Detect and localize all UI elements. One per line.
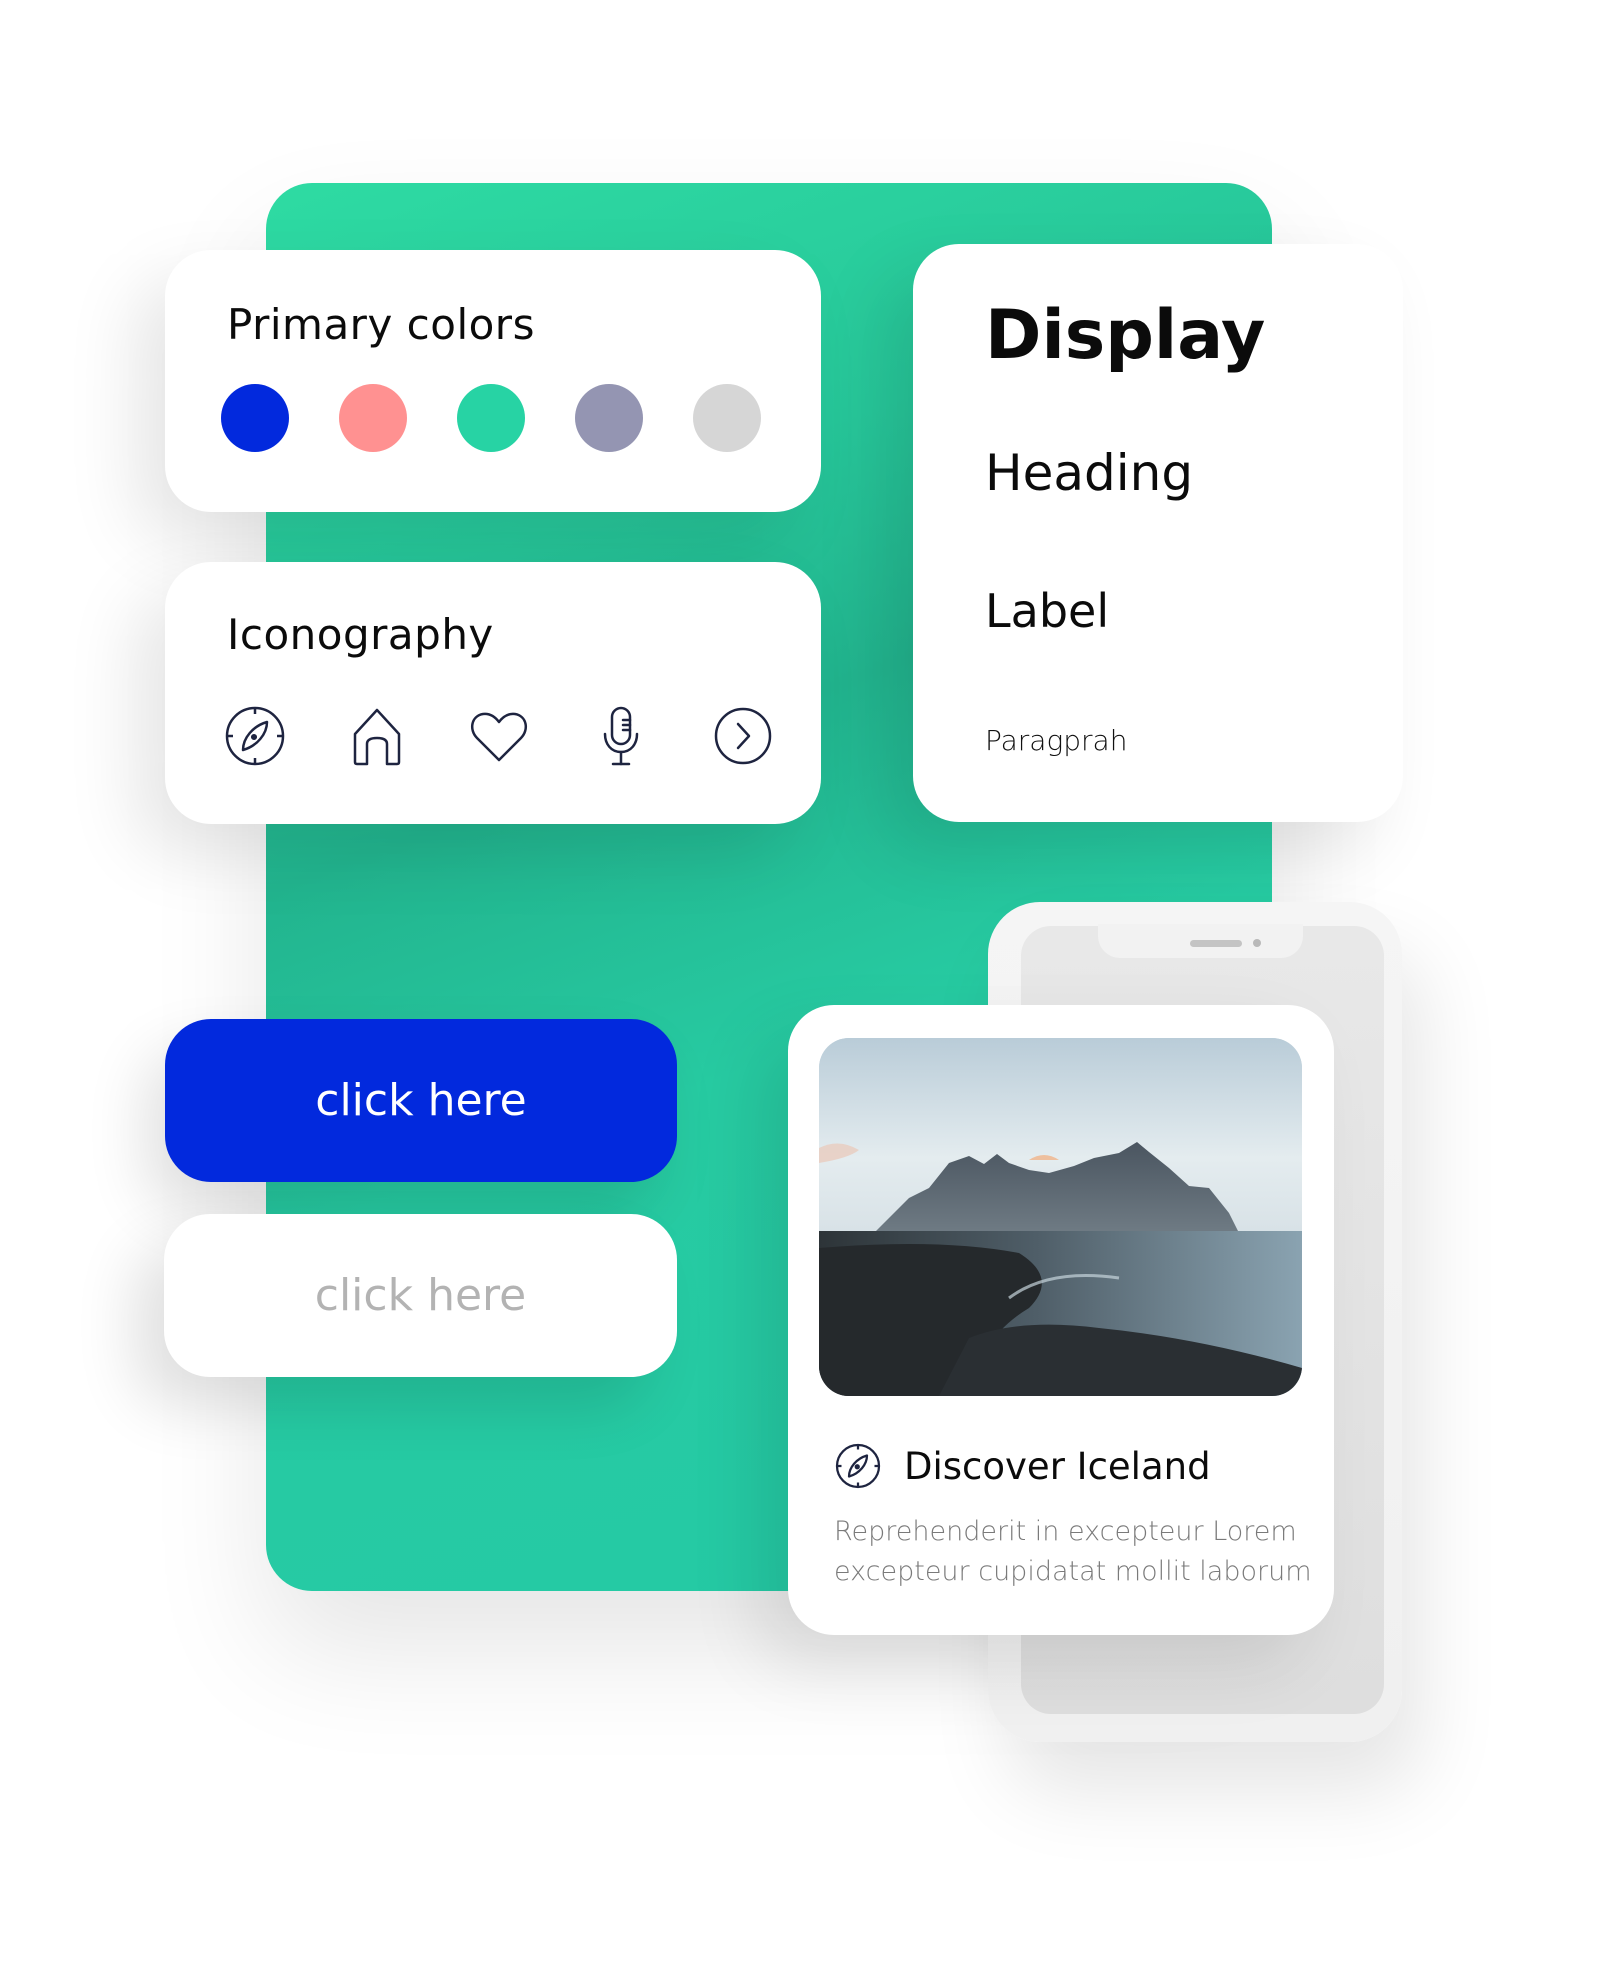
primary-colors-card: Primary colors (165, 250, 821, 512)
color-swatch-row (221, 384, 761, 452)
secondary-button[interactable]: click here (164, 1214, 677, 1377)
phone-speaker (1190, 940, 1242, 947)
iceland-card-description: Reprehenderit in excepteur Lorem excepte… (834, 1516, 1312, 1587)
compass-icon (834, 1442, 882, 1490)
home-icon[interactable] (345, 704, 409, 768)
primary-colors-title: Primary colors (227, 300, 535, 349)
compass-icon[interactable] (223, 704, 287, 768)
typography-card: Display Heading Label Paragprah (913, 244, 1403, 822)
color-swatch-green[interactable] (457, 384, 525, 452)
phone-notch (1098, 924, 1303, 958)
color-swatch-lavender[interactable] (575, 384, 643, 452)
chevron-right-circle-icon[interactable] (711, 704, 775, 768)
typography-label-sample: Label (985, 584, 1110, 638)
iconography-title: Iconography (227, 610, 494, 659)
primary-button[interactable]: click here (165, 1019, 677, 1182)
phone-camera (1253, 939, 1261, 947)
color-swatch-salmon[interactable] (339, 384, 407, 452)
iconography-card: Iconography (165, 562, 821, 824)
iceland-card-title-row: Discover Iceland (834, 1442, 1211, 1490)
color-swatch-light-gray[interactable] (693, 384, 761, 452)
typography-paragraph-sample: Paragprah (985, 724, 1128, 757)
typography-display-sample: Display (985, 296, 1266, 375)
iceland-card-title[interactable]: Discover Iceland (904, 1445, 1211, 1488)
icon-row (223, 704, 775, 768)
heart-icon[interactable] (467, 704, 531, 768)
discover-iceland-card[interactable]: Discover Iceland Reprehenderit in except… (788, 1005, 1334, 1635)
typography-heading-sample: Heading (985, 444, 1194, 502)
microphone-icon[interactable] (589, 704, 653, 768)
color-swatch-blue[interactable] (221, 384, 289, 452)
iceland-landscape-photo (819, 1038, 1302, 1396)
